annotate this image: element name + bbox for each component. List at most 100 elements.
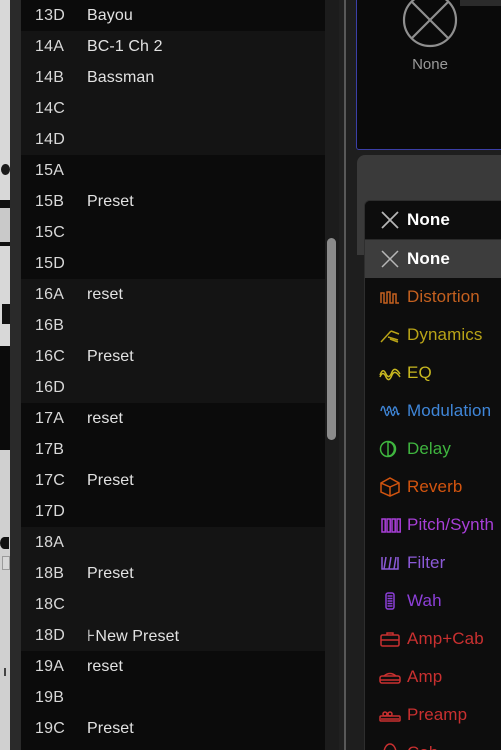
list-item[interactable]: 16D <box>21 372 325 403</box>
list-item[interactable]: 18D ⊦New Preset <box>21 620 325 651</box>
list-item-name: Bayou <box>87 6 133 24</box>
list-item-name: Bassman <box>87 68 155 86</box>
amp-icon <box>373 665 407 689</box>
effect-block-none[interactable]: None <box>356 0 501 150</box>
list-item-name: Preset <box>87 719 134 737</box>
list-item[interactable]: 17A reset <box>21 403 325 434</box>
left-gutter <box>10 0 21 750</box>
effect-type-item-amp[interactable]: Amp <box>365 658 501 696</box>
effect-type-item-preamp[interactable]: Preamp <box>365 696 501 734</box>
effect-type-item-dynamics[interactable]: Dynamics <box>365 316 501 354</box>
list-item[interactable]: 15A <box>21 155 325 186</box>
list-item[interactable]: 16A reset <box>21 279 325 310</box>
pitch-synth-icon <box>381 518 401 533</box>
reverb-icon <box>380 477 400 497</box>
delay-icon <box>373 437 407 461</box>
list-item-index: 15B <box>35 192 65 210</box>
effect-type-item-label: Preamp <box>407 705 468 724</box>
list-item[interactable]: 14C <box>21 93 325 124</box>
list-item[interactable]: 19B <box>21 682 325 713</box>
bg-dark-block-2 <box>0 346 10 450</box>
modulation-icon <box>373 399 407 423</box>
effect-type-item-label: Filter <box>407 553 446 572</box>
list-item[interactable]: 18B Preset <box>21 558 325 589</box>
dynamics-icon <box>380 330 400 343</box>
list-item[interactable]: 18C <box>21 589 325 620</box>
distortion-icon <box>373 285 407 309</box>
list-item-index: 16C <box>35 347 65 365</box>
eq-icon <box>373 361 407 385</box>
list-item-index: 13D <box>35 6 65 24</box>
effect-type-item-amp-cab[interactable]: Amp+Cab <box>365 620 501 658</box>
list-item[interactable]: 15D <box>21 248 325 279</box>
effect-type-item-wah[interactable]: Wah <box>365 582 501 620</box>
bg-dark-block-1 <box>2 304 10 324</box>
list-item[interactable]: 17D <box>21 496 325 527</box>
list-scrollbar-track[interactable] <box>325 0 339 750</box>
list-scrollbar-thumb[interactable] <box>327 238 336 440</box>
list-item[interactable]: 15B Preset <box>21 186 325 217</box>
list-item[interactable]: 16C Preset <box>21 341 325 372</box>
block-connector <box>460 0 501 6</box>
effect-type-item-distortion[interactable]: Distortion <box>365 278 501 316</box>
list-item-index: 18D <box>35 626 65 644</box>
list-item-name: reset <box>87 285 124 303</box>
list-item[interactable]: 19A reset <box>21 651 325 682</box>
effect-type-item-label: Wah <box>407 591 442 610</box>
x-icon <box>373 209 407 231</box>
list-item[interactable]: 15C <box>21 217 325 248</box>
cab-icon <box>383 743 397 750</box>
effect-type-item-eq[interactable]: EQ <box>365 354 501 392</box>
effect-type-item-filter[interactable]: Filter <box>365 544 501 582</box>
list-item[interactable]: 13D Bayou <box>21 0 325 31</box>
list-item-index: 18C <box>35 595 65 613</box>
list-item[interactable]: 19C Preset <box>21 713 325 744</box>
bg-pane-2 <box>0 208 10 242</box>
effect-type-item-delay[interactable]: Delay <box>365 430 501 468</box>
list-item-index: 18A <box>35 533 65 551</box>
effect-type-item-label: Delay <box>407 439 451 458</box>
filter-icon <box>373 551 407 575</box>
filter-icon <box>381 556 399 570</box>
list-item[interactable]: 14A BC-1 Ch 2 <box>21 31 325 62</box>
preset-scene-list[interactable]: 13D Bayou 14A BC-1 Ch 2 14B Bassman 14C 14D 15A 1… <box>21 0 325 750</box>
list-item[interactable]: 16B <box>21 310 325 341</box>
effect-type-item-none[interactable]: None <box>365 240 501 278</box>
amp-icon <box>379 672 401 684</box>
list-item-index: 19C <box>35 719 65 737</box>
effect-type-item-label: Dynamics <box>407 325 483 344</box>
reverb-icon <box>373 475 407 499</box>
list-item-name: Preset <box>87 192 134 210</box>
effect-type-item-label: Pitch/Synth <box>407 515 495 534</box>
list-item[interactable]: 19D <box>21 744 325 750</box>
list-item[interactable]: 17C Preset <box>21 465 325 496</box>
list-item-index: 16A <box>35 285 65 303</box>
effect-type-menu-header-label: None <box>407 210 450 229</box>
amp-cab-icon <box>380 632 400 647</box>
list-item-index: 17D <box>35 502 65 520</box>
effect-type-item-cab[interactable]: Cab <box>365 734 501 750</box>
list-item-name: Preset <box>87 471 134 489</box>
effect-type-item-label: Modulation <box>407 401 492 420</box>
list-item[interactable]: 14B Bassman <box>21 62 325 93</box>
list-item[interactable]: 17B <box>21 434 325 465</box>
cab-icon <box>373 741 407 750</box>
list-item-index: 16B <box>35 316 65 334</box>
bg-glyph-dot-2 <box>0 537 9 549</box>
list-item[interactable]: 18A <box>21 527 325 558</box>
list-item[interactable]: 14D <box>21 124 325 155</box>
eq-icon <box>379 368 401 381</box>
effect-type-menu[interactable]: None None Distortion Dynamics EQ Modulation D… <box>364 200 501 750</box>
effect-type-item-pitch-synth[interactable]: Pitch/Synth <box>365 506 501 544</box>
list-item-index: 14D <box>35 130 65 148</box>
list-item-index: 17C <box>35 471 65 489</box>
effect-type-item-reverb[interactable]: Reverb <box>365 468 501 506</box>
list-item-index: 18B <box>35 564 65 582</box>
app-root: 13D Bayou 14A BC-1 Ch 2 14B Bassman 14C 14D 15A 1… <box>0 0 501 750</box>
bg-glyph-dot <box>1 164 10 175</box>
list-item-name: Preset <box>87 564 134 582</box>
list-item-index: 14C <box>35 99 65 117</box>
effect-type-item-modulation[interactable]: Modulation <box>365 392 501 430</box>
preamp-icon <box>373 703 407 727</box>
effect-type-menu-header: None <box>365 201 501 240</box>
